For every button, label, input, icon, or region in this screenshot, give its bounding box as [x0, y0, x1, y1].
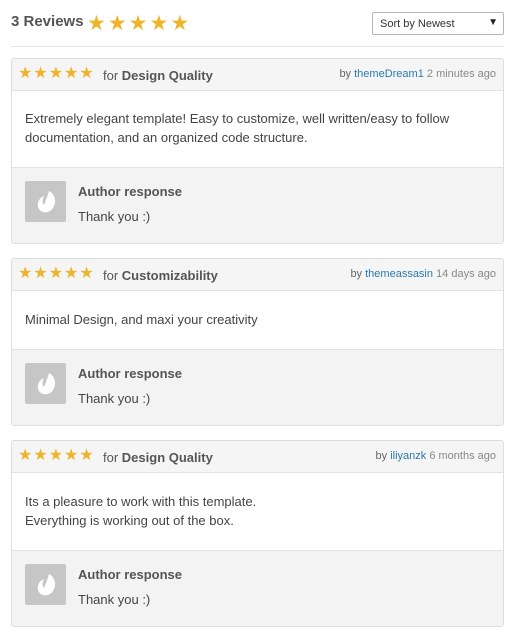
review-author-link[interactable]: themeDream1 — [354, 68, 424, 80]
response-title: Author response — [78, 184, 183, 199]
review-header: ★ ★ ★ ★ ★ for Design Quality by iliyanzk… — [12, 441, 503, 473]
review-byline: by themeDream1 2 minutes ago — [339, 68, 496, 80]
review-time: 2 minutes ago — [426, 68, 496, 80]
review-card: ★ ★ ★ ★ ★ for Design Quality by themeDre… — [11, 58, 504, 244]
review-byline: by iliyanzk 6 months ago — [375, 450, 496, 462]
star-icon: ★ — [33, 447, 48, 464]
star-icon: ★ — [33, 65, 48, 82]
envato-leaf-icon — [37, 573, 55, 595]
response-title: Author response — [78, 567, 183, 582]
author-response: Author response Thank you :) — [12, 167, 503, 243]
response-text: Thank you :) — [78, 391, 151, 406]
review-category: for Design Quality — [103, 450, 213, 465]
star-icon: ★ — [48, 265, 64, 282]
review-time: 6 months ago — [429, 450, 496, 462]
review-rating-stars: ★ ★ ★ ★ ★ — [18, 266, 95, 282]
author-avatar — [25, 564, 66, 605]
review-author-link[interactable]: themeassasin — [365, 268, 433, 280]
star-icon: ★ — [128, 12, 148, 35]
star-icon: ★ — [87, 12, 106, 35]
review-card: ★ ★ ★ ★ ★ for Customizability by themeas… — [11, 258, 504, 426]
review-rating-stars: ★ ★ ★ ★ ★ — [18, 66, 95, 82]
reviews-header: 3 Reviews ★ ★ ★ ★ ★ Sort by Newest ▼ — [11, 0, 504, 47]
envato-leaf-icon — [37, 190, 55, 212]
star-icon: ★ — [64, 65, 79, 82]
review-text: Extremely elegant template! Easy to cust… — [25, 111, 450, 145]
review-text: Minimal Design, and maxi your creativity — [25, 312, 258, 327]
review-count: 3 Reviews — [11, 13, 84, 30]
star-icon: ★ — [64, 265, 79, 282]
star-icon: ★ — [149, 12, 169, 35]
sort-select-value: Sort by Newest — [380, 18, 455, 30]
review-byline: by themeassasin 14 days ago — [350, 268, 496, 280]
star-icon: ★ — [48, 447, 64, 464]
review-card: ★ ★ ★ ★ ★ for Design Quality by iliyanzk… — [11, 440, 504, 627]
star-icon: ★ — [79, 265, 94, 282]
author-avatar — [25, 181, 66, 222]
review-category: for Design Quality — [103, 68, 213, 83]
dropdown-arrow-icon: ▼ — [488, 17, 498, 28]
star-icon: ★ — [79, 447, 94, 464]
review-author-link[interactable]: iliyanzk — [390, 450, 426, 462]
review-header: ★ ★ ★ ★ ★ for Customizability by themeas… — [12, 259, 503, 291]
review-header: ★ ★ ★ ★ ★ for Design Quality by themeDre… — [12, 59, 503, 91]
author-avatar — [25, 363, 66, 404]
envato-leaf-icon — [37, 372, 55, 394]
star-icon: ★ — [79, 65, 94, 82]
sort-select[interactable]: Sort by Newest ▼ — [372, 12, 504, 35]
response-text: Thank you :) — [78, 209, 151, 224]
star-icon: ★ — [33, 265, 48, 282]
author-response: Author response Thank you :) — [12, 349, 503, 425]
star-icon: ★ — [18, 265, 33, 282]
review-category: for Customizability — [103, 268, 218, 283]
star-icon: ★ — [64, 447, 79, 464]
review-time: 14 days ago — [436, 268, 496, 280]
review-text: Its a pleasure to work with this templat… — [25, 494, 257, 528]
author-response: Author response Thank you :) — [12, 550, 503, 626]
star-icon: ★ — [107, 12, 127, 35]
star-icon: ★ — [18, 447, 33, 464]
review-rating-stars: ★ ★ ★ ★ ★ — [18, 448, 95, 464]
star-icon: ★ — [170, 12, 190, 35]
overall-rating-stars: ★ ★ ★ ★ ★ — [87, 13, 191, 34]
star-icon: ★ — [48, 65, 64, 82]
response-text: Thank you :) — [78, 592, 151, 607]
response-title: Author response — [78, 366, 183, 381]
star-icon: ★ — [18, 65, 33, 82]
